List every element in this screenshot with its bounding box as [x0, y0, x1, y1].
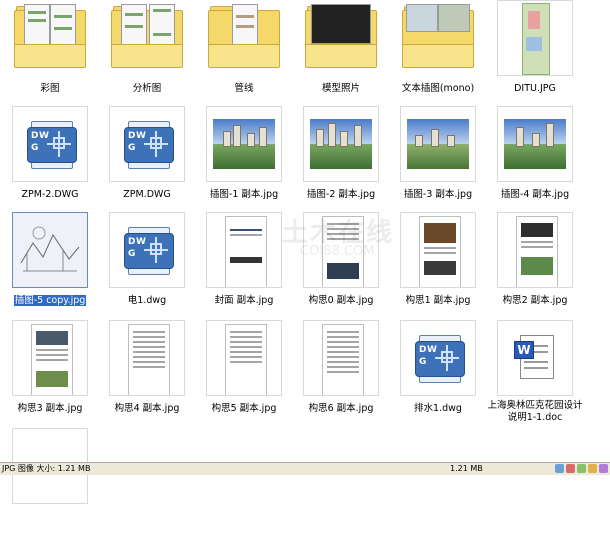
file-label: DITU.JPG	[514, 83, 556, 94]
tray-icon[interactable]	[577, 464, 586, 473]
file-label: 构思3 副本.jpg	[17, 403, 83, 414]
folder-item[interactable]: 彩图	[8, 0, 105, 105]
status-bar: JPG 图像 大小: 1.21 MB 1.21 MB	[0, 462, 610, 475]
document-thumbnail	[400, 212, 476, 288]
tray-icon[interactable]	[555, 464, 564, 473]
file-label: 构思0 副本.jpg	[308, 295, 374, 306]
image-file-item[interactable]: 构思5 副本.jpg	[202, 320, 299, 425]
file-label: 封面 副本.jpg	[214, 295, 274, 306]
tray-icon[interactable]	[566, 464, 575, 473]
sketch-thumbnail	[12, 212, 88, 288]
folder-icon	[303, 0, 379, 76]
image-thumbnail	[400, 106, 476, 182]
dwg-file-icon: DWG	[109, 106, 185, 182]
dwg-file-item[interactable]: DWG ZPM-2.DWG	[8, 106, 105, 211]
file-label: 构思4 副本.jpg	[114, 403, 180, 414]
file-label: 插图-5 copy.jpg	[13, 295, 87, 306]
dwg-file-icon: DWG	[400, 320, 476, 396]
image-thumbnail	[303, 106, 379, 182]
image-file-item[interactable]: 插图-1 副本.jpg	[202, 106, 299, 211]
file-label: 插图-4 副本.jpg	[500, 189, 570, 200]
file-label: 电1.dwg	[127, 295, 167, 306]
folder-icon	[12, 0, 88, 76]
tray-icon[interactable]	[588, 464, 597, 473]
image-file-item[interactable]: 构思3 副本.jpg	[8, 320, 105, 425]
image-thumbnail	[497, 106, 573, 182]
image-file-item[interactable]: DITU.JPG	[493, 0, 590, 105]
document-thumbnail	[206, 320, 282, 396]
document-thumbnail	[109, 320, 185, 396]
file-label: 文本插图(mono)	[401, 83, 475, 94]
file-label: 彩图	[40, 83, 60, 94]
file-label: ZPM-2.DWG	[21, 189, 79, 200]
folder-icon	[206, 0, 282, 76]
dwg-file-icon: DWG	[12, 106, 88, 182]
file-label: 构思5 副本.jpg	[211, 403, 277, 414]
file-label: 管线	[234, 83, 254, 94]
dwg-file-item[interactable]: DWG 排水1.dwg	[396, 320, 493, 425]
folder-item[interactable]: 分析图	[105, 0, 202, 105]
document-thumbnail	[497, 212, 573, 288]
file-label: 构思6 副本.jpg	[308, 403, 374, 414]
cover-thumbnail	[206, 212, 282, 288]
tray-icon[interactable]	[599, 464, 608, 473]
dwg-file-item[interactable]: DWG ZPM.DWG	[105, 106, 202, 211]
document-thumbnail	[303, 320, 379, 396]
file-label: 上海奥林匹克花园设计说明1-1.doc	[487, 400, 583, 423]
image-file-item-selected[interactable]: 插图-5 copy.jpg	[8, 212, 105, 317]
folder-icon	[109, 0, 185, 76]
file-grid: 彩图 分析图 管线 模型照片 文本插图(mono) DITU.JPG D W G…	[0, 0, 610, 504]
file-label: 构思1 副本.jpg	[405, 295, 471, 306]
folder-icon	[400, 0, 476, 76]
file-label: 排水1.dwg	[414, 403, 462, 414]
folder-item[interactable]: 管线	[202, 0, 299, 105]
image-file-item[interactable]: 插图-4 副本.jpg	[493, 106, 590, 211]
image-file-item[interactable]	[8, 428, 105, 533]
map-thumbnail	[497, 0, 573, 76]
file-label: 构思2 副本.jpg	[502, 295, 568, 306]
dwg-file-icon: DWG	[109, 212, 185, 288]
file-label: 插图-1 副本.jpg	[209, 189, 279, 200]
folder-item[interactable]: 文本插图(mono)	[396, 0, 493, 105]
system-tray	[555, 464, 608, 473]
image-file-item[interactable]: 构思2 副本.jpg	[493, 212, 590, 317]
document-thumbnail	[12, 320, 88, 396]
watermark-sub: COI88.COM	[300, 244, 375, 259]
image-file-item[interactable]: 插图-2 副本.jpg	[299, 106, 396, 211]
image-thumbnail	[206, 106, 282, 182]
folder-item[interactable]: 模型照片	[299, 0, 396, 105]
status-size: 1.21 MB	[450, 464, 483, 473]
file-label: 分析图	[132, 83, 162, 94]
file-label: 插图-3 副本.jpg	[403, 189, 473, 200]
file-label: ZPM.DWG	[123, 189, 171, 200]
dwg-file-item[interactable]: DWG 电1.dwg	[105, 212, 202, 317]
image-file-item[interactable]: 构思1 副本.jpg	[396, 212, 493, 317]
image-file-item[interactable]: 构思4 副本.jpg	[105, 320, 202, 425]
file-label: 模型照片	[321, 83, 360, 94]
doc-file-item[interactable]: W 上海奥林匹克花园设计说明1-1.doc	[487, 320, 590, 425]
image-file-item[interactable]: 构思6 副本.jpg	[299, 320, 396, 425]
status-text: JPG 图像 大小: 1.21 MB	[2, 464, 91, 473]
image-file-item[interactable]: 插图-3 副本.jpg	[396, 106, 493, 211]
word-doc-icon: W	[497, 320, 573, 396]
file-label: 插图-2 副本.jpg	[306, 189, 376, 200]
